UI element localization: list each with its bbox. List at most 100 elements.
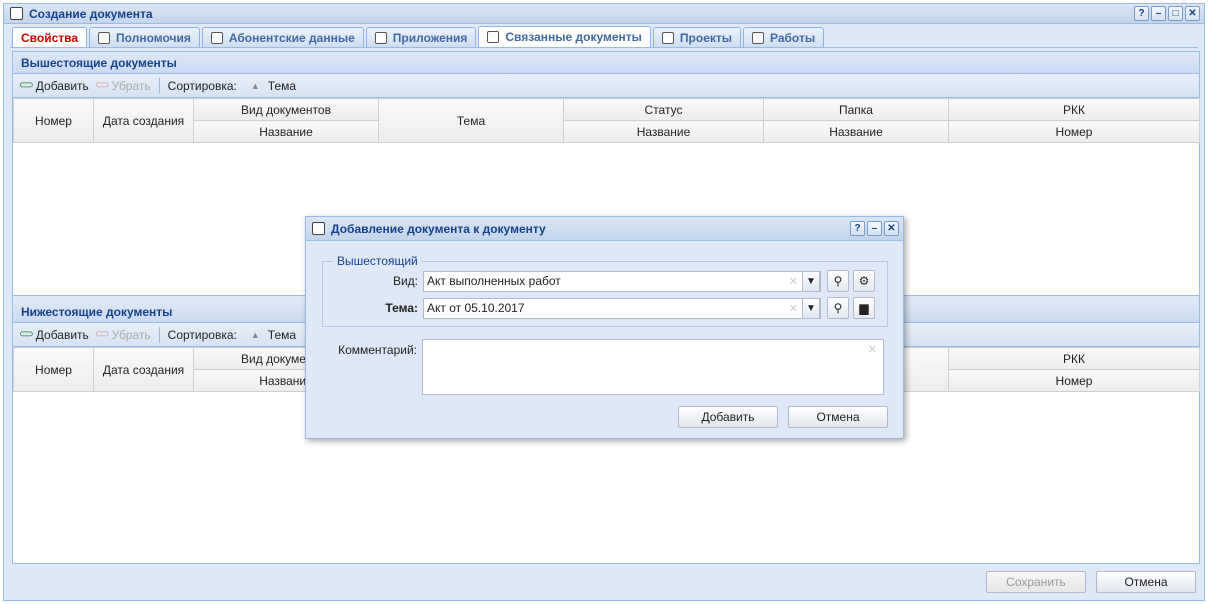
- link-icon: ⊂⊃: [19, 329, 34, 340]
- column-created[interactable]: Дата создания: [93, 98, 194, 143]
- sort-asc-icon: ▲: [250, 329, 260, 340]
- minimize-icon[interactable]: –: [1151, 6, 1166, 21]
- window-header: Создание документа ? – □ ✕: [4, 4, 1204, 24]
- clear-icon[interactable]: ✕: [868, 343, 877, 356]
- lower-remove-button[interactable]: ⊂⊃ Убрать: [95, 328, 151, 342]
- toolbar-separator: [158, 77, 160, 94]
- clock-icon: [752, 31, 764, 44]
- column-number[interactable]: Номер: [13, 98, 94, 143]
- column-folder-name[interactable]: Название: [763, 120, 949, 143]
- tab-properties[interactable]: Свойства: [12, 27, 88, 47]
- upper-add-button[interactable]: ⊂⊃ Добавить: [19, 79, 89, 93]
- chevron-down-icon[interactable]: ▼: [802, 270, 820, 292]
- sort-asc-icon: ▲: [250, 80, 260, 91]
- kind-label: Вид:: [392, 274, 418, 288]
- column-group-status: Статус: [563, 98, 764, 121]
- superior-fieldset: Вышестоящий Вид: Акт выполненных работ ✕…: [322, 254, 888, 327]
- upper-sort-subject-button[interactable]: ▲ Тема: [243, 79, 296, 93]
- projects-icon: [661, 31, 674, 44]
- document-icon: [10, 7, 23, 20]
- help-icon[interactable]: ?: [850, 221, 865, 236]
- lower-add-button[interactable]: ⊂⊃ Добавить: [19, 328, 89, 342]
- column-group-rkk: РКК: [948, 347, 1200, 370]
- tab-bar: Свойства Полномочия Абонентские данные П…: [10, 26, 1198, 48]
- tab-label: Работы: [770, 30, 816, 45]
- comment-textarea[interactable]: ✕: [422, 339, 884, 395]
- column-rkk-number[interactable]: Номер: [948, 369, 1200, 392]
- help-icon[interactable]: ?: [1134, 6, 1149, 21]
- clear-icon[interactable]: ✕: [789, 275, 798, 288]
- comment-label: Комментарий:: [338, 343, 417, 357]
- button-label: Убрать: [111, 78, 151, 93]
- column-group-doctype: Вид документов: [193, 98, 379, 121]
- upper-remove-button[interactable]: ⊂⊃ Убрать: [95, 79, 151, 93]
- maximize-icon[interactable]: □: [1168, 6, 1183, 21]
- close-icon[interactable]: ✕: [1185, 6, 1200, 21]
- column-subject[interactable]: Тема: [378, 98, 564, 143]
- subject-value: Акт от 05.10.2017: [427, 301, 525, 315]
- cancel-button[interactable]: Отмена: [1096, 571, 1196, 593]
- kind-combo[interactable]: Акт выполненных работ ✕ ▼: [423, 270, 821, 292]
- column-group-rkk: РКК: [948, 98, 1200, 121]
- sort-label: Сортировка:: [167, 327, 237, 342]
- button-label: Тема: [267, 78, 297, 93]
- toolbar-separator: [158, 326, 160, 343]
- tab-projects[interactable]: Проекты: [652, 27, 741, 47]
- tab-permissions[interactable]: Полномочия: [89, 27, 200, 47]
- document-icon: ▆: [859, 301, 869, 315]
- user-icon: [98, 31, 111, 44]
- kind-value: Акт выполненных работ: [427, 274, 561, 288]
- upper-panel-title: Вышестоящие документы: [13, 52, 1199, 74]
- gear-icon: ⚙: [858, 274, 870, 288]
- tab-label: Абонентские данные: [228, 30, 355, 45]
- subject-combo[interactable]: Акт от 05.10.2017 ✕ ▼: [423, 297, 821, 319]
- document-icon: [312, 222, 325, 235]
- chevron-down-icon[interactable]: ▼: [802, 297, 820, 319]
- tab-label: Приложения: [392, 30, 468, 45]
- unlink-icon: ⊂⊃: [94, 80, 110, 91]
- column-rkk-number[interactable]: Номер: [948, 120, 1200, 143]
- attachment-icon: [374, 31, 387, 44]
- upper-grid-header: Номер Дата создания Вид документов Тема …: [13, 98, 1200, 143]
- tab-subscriber-data[interactable]: Абонентские данные: [201, 27, 364, 47]
- link-icon: ⊂⊃: [19, 80, 34, 91]
- tab-works[interactable]: Работы: [743, 27, 825, 47]
- tab-related-documents[interactable]: Связанные документы: [478, 26, 651, 47]
- search-kind-button[interactable]: ⚲: [827, 270, 849, 292]
- dialog-cancel-button[interactable]: Отмена: [788, 406, 888, 428]
- upper-toolbar: ⊂⊃ Добавить ⊂⊃ Убрать Сортировка: ▲ Тема: [13, 74, 1199, 98]
- tab-attachments[interactable]: Приложения: [365, 27, 477, 47]
- search-icon: ⚲: [833, 301, 843, 315]
- column-doctype-name[interactable]: Название: [193, 120, 379, 143]
- search-icon: ⚲: [833, 274, 843, 288]
- column-status-name[interactable]: Название: [563, 120, 764, 143]
- dialog-title: Добавление документа к документу: [331, 221, 546, 236]
- search-subject-button[interactable]: ⚲: [827, 297, 849, 319]
- button-label: Тема: [267, 327, 297, 342]
- sort-label: Сортировка:: [167, 78, 237, 93]
- column-created[interactable]: Дата создания: [93, 347, 194, 392]
- subject-label: Тема:: [385, 301, 418, 315]
- dialog-add-button[interactable]: Добавить: [678, 406, 778, 428]
- tab-label: Полномочия: [116, 30, 191, 45]
- fieldset-legend: Вышестоящий: [333, 254, 422, 268]
- lower-sort-subject-button[interactable]: ▲ Тема: [243, 328, 296, 342]
- dialog-header: Добавление документа к документу ? – ✕: [306, 217, 903, 241]
- window-footer: Сохранить Отмена: [12, 566, 1200, 598]
- clear-icon[interactable]: ✕: [789, 302, 798, 315]
- tab-label: Связанные документы: [505, 30, 642, 44]
- tab-label: Проекты: [679, 30, 732, 45]
- kind-settings-button[interactable]: ⚙: [853, 270, 875, 292]
- document-icon: [487, 31, 500, 43]
- minimize-icon[interactable]: –: [867, 221, 882, 236]
- button-label: Убрать: [111, 327, 151, 342]
- tab-label: Свойства: [21, 30, 79, 45]
- unlink-icon: ⊂⊃: [94, 329, 110, 340]
- save-button[interactable]: Сохранить: [986, 571, 1086, 593]
- window-title: Создание документа: [29, 6, 153, 21]
- column-number[interactable]: Номер: [13, 347, 94, 392]
- add-document-dialog: Добавление документа к документу ? – ✕ В…: [305, 216, 904, 439]
- close-icon[interactable]: ✕: [884, 221, 899, 236]
- button-label: Добавить: [35, 327, 89, 342]
- open-document-button[interactable]: ▆: [853, 297, 875, 319]
